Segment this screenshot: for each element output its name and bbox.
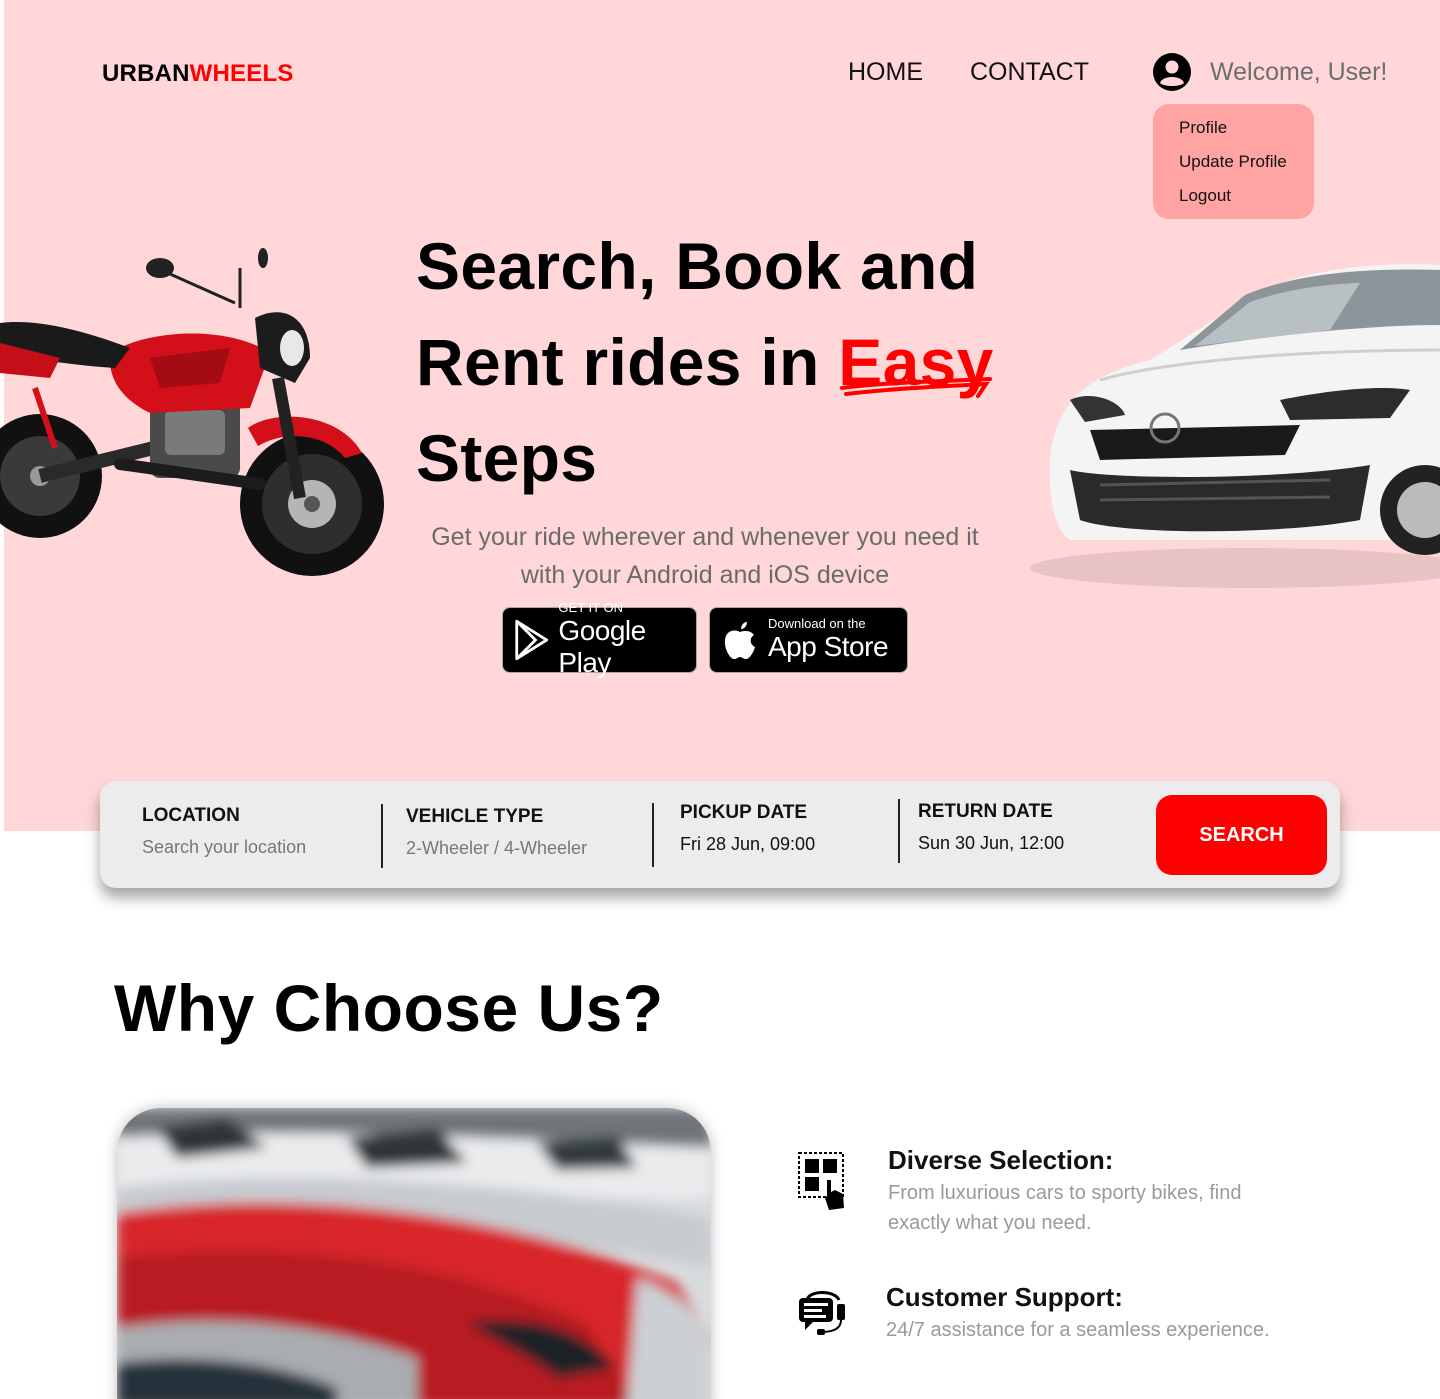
vehicle-type-select[interactable]: 2-Wheeler / 4-Wheeler: [406, 838, 587, 859]
location-label: LOCATION: [142, 805, 240, 826]
vehicle-type-label: VEHICLE TYPE: [406, 806, 544, 827]
nav-contact-link[interactable]: CONTACT: [970, 58, 1089, 87]
feature-description: 24/7 assistance for a seamless experienc…: [886, 1319, 1270, 1341]
brand-logo[interactable]: URBANWHEELS: [102, 60, 294, 88]
app-store-small-text: Download on the: [768, 616, 866, 631]
pickup-date-label: PICKUP DATE: [680, 802, 808, 823]
cars-lineup-photo: [117, 1108, 711, 1399]
google-play-small-text: GET IT ON: [558, 600, 623, 615]
user-menu-toggle[interactable]: Welcome, User!: [1152, 52, 1387, 92]
google-play-icon: [515, 619, 549, 661]
brand-logo-part1: URBAN: [102, 60, 190, 87]
welcome-text: Welcome, User!: [1210, 57, 1388, 86]
headline-line2: Rent rides in Easy: [416, 314, 1036, 410]
headline-line1: Search, Book and: [416, 229, 979, 303]
menu-item-update-profile[interactable]: Update Profile: [1179, 150, 1314, 184]
location-field[interactable]: LOCATION Search your location: [142, 805, 306, 858]
feature-title: Customer Support:: [886, 1282, 1123, 1312]
brand-logo-part2: WHEELS: [189, 60, 294, 87]
return-date-input[interactable]: Sun 30 Jun, 12:00: [918, 833, 1064, 854]
pickup-date-field[interactable]: PICKUP DATE Fri 28 Jun, 09:00: [680, 802, 815, 855]
pickup-date-input[interactable]: Fri 28 Jun, 09:00: [680, 834, 815, 855]
headline-highlight: Easy: [838, 314, 993, 410]
headline-line2-prefix: Rent rides in: [416, 325, 839, 399]
menu-item-profile[interactable]: Profile: [1179, 116, 1314, 150]
search-bar: LOCATION Search your location VEHICLE TY…: [100, 781, 1340, 888]
search-divider: [381, 804, 383, 868]
support-chat-icon: [799, 1291, 845, 1335]
search-button[interactable]: SEARCH: [1156, 795, 1327, 875]
feature-title: Diverse Selection:: [888, 1145, 1114, 1175]
search-divider: [652, 803, 654, 867]
app-store-big-text: App Store: [768, 631, 889, 662]
google-play-button[interactable]: GET IT ON Google Play: [502, 601, 697, 678]
feature-description: From luxurious cars to sporty bikes, fin…: [888, 1182, 1242, 1234]
apple-icon: [724, 622, 755, 659]
user-dropdown-menu: Profile Update Profile Logout: [1153, 104, 1314, 219]
highlight-underline-icon: [840, 377, 993, 398]
search-divider: [898, 799, 900, 863]
motorcycle-image: [0, 248, 384, 576]
why-choose-us-title: Why Choose Us?: [114, 971, 664, 1045]
select-grid-icon: [798, 1152, 844, 1210]
headline-line3: Steps: [416, 421, 598, 495]
car-image: [1030, 264, 1440, 588]
google-play-big-text: Google Play: [558, 615, 646, 678]
location-input[interactable]: Search your location: [142, 837, 306, 858]
nav-home-link[interactable]: HOME: [848, 58, 923, 87]
return-date-label: RETURN DATE: [918, 801, 1053, 822]
vehicle-type-field[interactable]: VEHICLE TYPE 2-Wheeler / 4-Wheeler: [406, 806, 587, 859]
return-date-field[interactable]: RETURN DATE Sun 30 Jun, 12:00: [918, 801, 1064, 854]
hero-headline: Search, Book and Rent rides in Easy Step…: [416, 218, 1036, 506]
hero-subtext: Get your ride wherever and whenever you …: [431, 523, 979, 589]
menu-item-logout[interactable]: Logout: [1179, 184, 1314, 218]
user-circle-icon: [1153, 53, 1191, 91]
app-store-button[interactable]: Download on the App Store: [709, 607, 908, 673]
